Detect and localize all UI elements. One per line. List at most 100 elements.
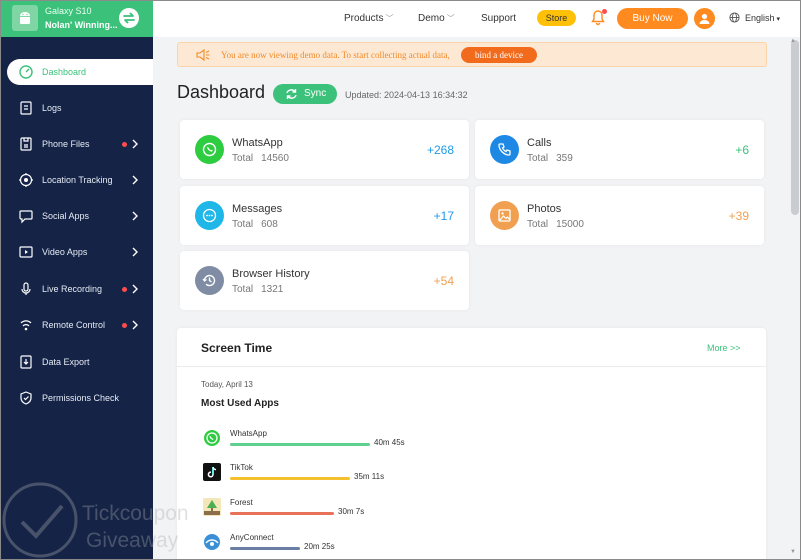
scrollbar-thumb[interactable] <box>791 40 799 215</box>
sync-icon <box>286 89 297 99</box>
nav-demo[interactable]: Demo ﹀ <box>418 13 455 24</box>
date-label: Today, April 13 <box>201 380 253 389</box>
sidebar-item-dashboard[interactable]: Dashboard <box>7 59 153 85</box>
sidebar-item-logs[interactable]: Logs <box>0 95 153 121</box>
dashboard-icon <box>19 65 33 79</box>
app-usage-row[interactable]: Forest 30m 7s <box>201 498 601 528</box>
most-used-apps-title: Most Used Apps <box>201 398 279 409</box>
stat-delta: +6 <box>735 143 749 157</box>
app-usage-row[interactable]: WhatsApp 40m 45s <box>201 429 601 459</box>
device-name: Galaxy S10 <box>45 6 92 16</box>
total-value: 14560 <box>261 153 289 164</box>
export-icon <box>20 355 32 369</box>
screen-time-panel: Screen Time More >> Today, April 13 Most… <box>177 328 766 560</box>
sidebar: Galaxy S10 Nolan' Winning... Dashboard L… <box>0 0 153 560</box>
sidebar-item-social-apps[interactable]: Social Apps <box>0 203 153 229</box>
watermark-line-2: Giveaway <box>86 529 179 552</box>
nav-products-label: Products <box>344 13 384 24</box>
notification-dot <box>122 142 127 147</box>
stat-total: Total 1321 <box>232 284 283 295</box>
sidebar-item-location-tracking[interactable]: Location Tracking <box>0 167 153 193</box>
language-selector[interactable]: English ▾ <box>745 13 780 23</box>
demo-banner-text: You are now viewing demo data. To start … <box>221 50 450 60</box>
sidebar-item-label: Logs <box>42 103 62 113</box>
stat-total: Total 14560 <box>232 153 289 164</box>
scroll-up-arrow-icon[interactable]: ▲ <box>790 38 796 44</box>
sidebar-item-label: Dashboard <box>42 67 87 77</box>
switch-device-icon[interactable] <box>119 8 139 28</box>
sidebar-item-label: Location Tracking <box>42 175 113 185</box>
chat-bubble-icon <box>19 210 33 224</box>
sidebar-item-permissions-check[interactable]: Permissions Check <box>0 385 153 411</box>
app-usage-row[interactable]: AnyConnect 20m 25s <box>201 533 601 560</box>
sidebar-item-label: Phone Files <box>42 139 90 149</box>
sidebar-item-label: Permissions Check <box>42 393 120 403</box>
total-value: 15000 <box>556 219 584 230</box>
sidebar-item-data-export[interactable]: Data Export <box>0 349 153 375</box>
watermark: Tickcoupon Giveaway <box>0 480 220 560</box>
sidebar-item-phone-files[interactable]: Phone Files <box>0 131 153 157</box>
file-icon <box>20 137 32 151</box>
stat-card-calls[interactable]: Calls Total 359 +6 <box>475 120 764 179</box>
caret-down-icon: ▾ <box>776 16 781 23</box>
sync-button[interactable]: Sync <box>273 84 337 104</box>
logs-icon <box>20 101 32 115</box>
globe-icon[interactable] <box>729 12 740 23</box>
store-button[interactable]: Store <box>537 10 576 26</box>
android-icon <box>12 5 38 31</box>
stat-total: Total 359 <box>527 153 573 164</box>
watermark-line-1: Tickcoupon <box>82 502 189 525</box>
nav-support[interactable]: Support <box>481 13 516 24</box>
app-name: AnyConnect <box>230 533 274 542</box>
history-icon <box>195 266 224 295</box>
more-link[interactable]: More >> <box>707 343 741 353</box>
stat-title: Messages <box>232 203 283 215</box>
usage-bar <box>230 477 350 480</box>
sidebar-item-live-recording[interactable]: Live Recording <box>0 276 153 302</box>
updated-timestamp: Updated: 2024-04-13 16:34:32 <box>345 90 468 100</box>
total-value: 1321 <box>261 284 284 295</box>
user-avatar-icon[interactable] <box>694 8 715 29</box>
usage-time: 20m 25s <box>304 542 335 551</box>
usage-bar <box>230 547 300 550</box>
stat-card-photos[interactable]: Photos Total 15000 +39 <box>475 186 764 245</box>
nav-products[interactable]: Products ﹀ <box>344 13 393 24</box>
divider <box>177 366 766 367</box>
tiktok-icon <box>203 463 221 481</box>
microphone-icon <box>21 282 31 295</box>
stat-card-whatsapp[interactable]: WhatsApp Total 14560 +268 <box>180 120 469 179</box>
sidebar-item-label: Live Recording <box>42 284 103 294</box>
buy-now-button[interactable]: Buy Now <box>617 8 688 29</box>
device-account: Nolan' Winning... <box>45 20 118 30</box>
chevron-right-icon <box>132 211 138 221</box>
notification-dot <box>122 323 127 328</box>
notification-dot <box>602 9 607 14</box>
usage-bar <box>230 512 334 515</box>
scroll-down-arrow-icon[interactable]: ▼ <box>790 549 796 555</box>
usage-time: 40m 45s <box>374 438 405 447</box>
watermark-check-icon <box>2 482 78 558</box>
device-header[interactable]: Galaxy S10 Nolan' Winning... <box>0 0 153 37</box>
stat-title: Browser History <box>232 268 310 280</box>
language-label: English <box>745 13 775 23</box>
sidebar-item-video-apps[interactable]: Video Apps <box>0 239 153 265</box>
stat-delta: +39 <box>728 209 749 223</box>
total-label: Total <box>232 153 254 164</box>
total-value: 608 <box>261 219 278 230</box>
total-label: Total <box>527 219 549 230</box>
bind-device-button[interactable]: bind a device <box>461 47 537 63</box>
app-usage-row[interactable]: TikTok 35m 11s <box>201 463 601 493</box>
remote-signal-icon <box>20 320 32 331</box>
message-icon <box>195 201 224 230</box>
sidebar-item-remote-control[interactable]: Remote Control <box>0 312 153 338</box>
chevron-down-icon: ﹀ <box>385 14 394 23</box>
stat-card-browser-history[interactable]: Browser History Total 1321 +54 <box>180 251 469 310</box>
usage-time: 30m 7s <box>338 507 365 516</box>
stat-total: Total 15000 <box>527 219 584 230</box>
sync-label: Sync <box>304 88 327 99</box>
stat-title: Photos <box>527 203 562 215</box>
speaker-icon <box>196 48 210 62</box>
stat-total: Total 608 <box>232 219 278 230</box>
stat-card-messages[interactable]: Messages Total 608 +17 <box>180 186 469 245</box>
notification-dot <box>122 287 127 292</box>
